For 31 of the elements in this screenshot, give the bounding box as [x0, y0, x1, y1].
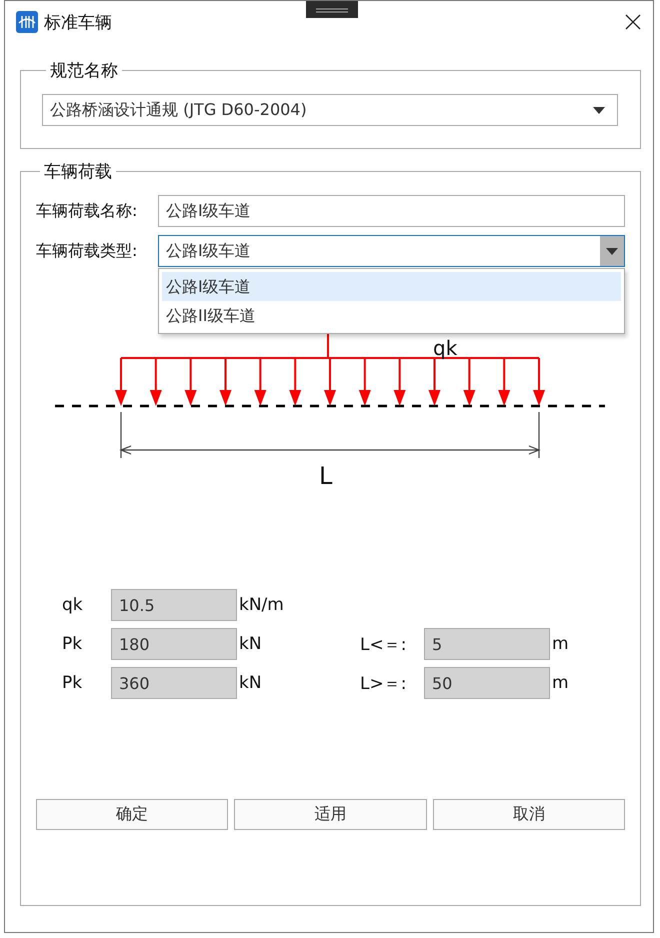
parameter-label: L>＝:	[360, 672, 408, 694]
caret-icon	[606, 248, 618, 254]
window-title: 标准车辆	[44, 12, 112, 34]
parameter-label: qk	[62, 595, 84, 615]
caret-icon	[593, 106, 605, 114]
standard-dropdown[interactable]: 公路桥涵设计通规 (JTG D60-2004)	[42, 94, 618, 126]
app-logo-icon	[16, 11, 38, 33]
dropdown-button[interactable]	[600, 236, 624, 266]
parameter-label: L<＝:	[360, 634, 408, 656]
unit-label: kN/m	[239, 595, 284, 615]
span-label: L	[319, 462, 332, 490]
unit-label: m	[552, 634, 569, 654]
unit-label: kN	[239, 634, 262, 654]
dropdown-option[interactable]: 公路II级车道	[162, 301, 621, 330]
group-label: 规范名称	[49, 60, 119, 82]
dropdown-option[interactable]: 公路I级车道	[162, 272, 621, 301]
field-label: 车辆荷载类型:	[36, 240, 138, 262]
drag-handle-icon[interactable]	[306, 1, 358, 18]
dialog-button[interactable]: 确定	[36, 799, 228, 830]
dialog-button[interactable]: 取消	[432, 799, 625, 830]
dialog-button[interactable]: 适用	[234, 799, 427, 830]
parameter-label: Pk	[62, 673, 84, 693]
input-field[interactable]: 公路I级车道	[158, 195, 625, 227]
type-dropdown[interactable]: 公路I级车道	[158, 235, 625, 267]
group-label: 车辆荷载	[43, 161, 113, 183]
load-label: qk	[433, 336, 458, 360]
field-label: 车辆荷载名称:	[36, 200, 138, 222]
unit-label: kN	[239, 673, 262, 693]
parameter-label: Pk	[62, 634, 84, 654]
close-icon[interactable]	[625, 14, 641, 30]
unit-label: m	[552, 673, 569, 693]
